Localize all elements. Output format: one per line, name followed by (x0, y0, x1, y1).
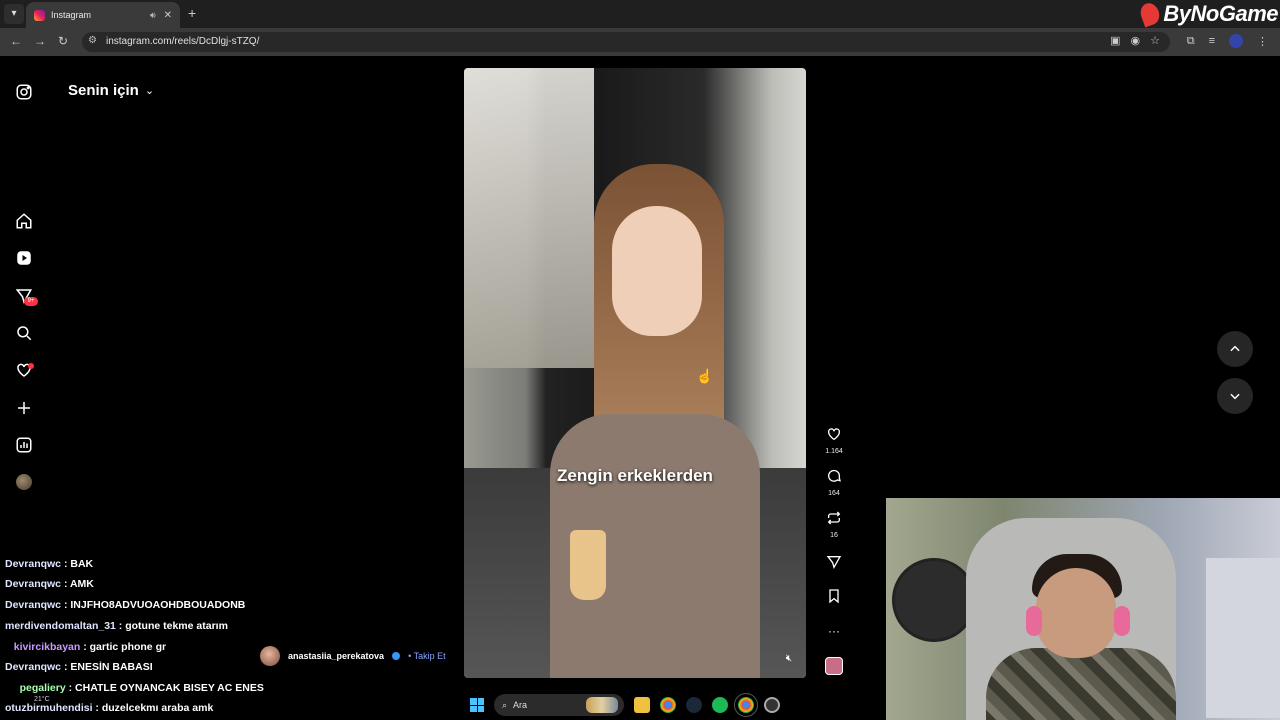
speaker-icon[interactable]: 🔊︎ (150, 10, 156, 21)
reload-icon[interactable]: ↻ (58, 34, 68, 48)
author-avatar[interactable] (260, 646, 280, 666)
audio-thumbnail[interactable] (825, 657, 843, 675)
webcam-overlay (886, 498, 1280, 720)
new-tab-button[interactable]: + (188, 5, 196, 21)
feed-selector[interactable]: Senin için ⌄ (68, 82, 154, 99)
tab-search-button[interactable]: ▾ (4, 4, 24, 24)
windows-taskbar: ⌕ Ara (464, 690, 814, 720)
forward-icon[interactable]: → (34, 34, 46, 48)
reel-video[interactable]: Zengin erkeklerden ☝ 🔇︎ (464, 68, 806, 678)
media-icon[interactable]: ≡ (1209, 35, 1215, 47)
logo-mark-icon (1138, 0, 1163, 28)
search-highlight-image (586, 697, 618, 713)
chat-message: Devranqwc : ENESİN BABASI (5, 661, 153, 673)
weather-temperature: 21°C (34, 696, 50, 703)
comment-button[interactable]: 164 (818, 468, 850, 497)
repost-button[interactable]: 16 (818, 510, 850, 539)
file-explorer-icon[interactable] (634, 697, 650, 713)
next-reel-button[interactable] (1217, 378, 1253, 414)
close-tab-icon[interactable]: ✕ (164, 10, 172, 21)
dashboard-icon[interactable] (14, 435, 34, 455)
video-caption: Zengin erkeklerden (557, 466, 713, 485)
reels-icon[interactable] (14, 248, 34, 268)
video-person (550, 164, 760, 678)
previous-reel-button[interactable] (1217, 331, 1253, 367)
omnibox[interactable]: ⚙ instagram.com/reels/DcDlgj-sTZQ/ (82, 32, 1170, 52)
like-count: 1.164 (825, 448, 843, 455)
extensions-icon[interactable]: ⧉ (1187, 35, 1195, 48)
profile-avatar[interactable] (1229, 34, 1243, 48)
install-icon[interactable]: ▣ (1110, 34, 1120, 47)
tab-title: Instagram (51, 10, 92, 20)
save-button[interactable] (818, 588, 850, 609)
spotify-icon[interactable] (712, 697, 728, 713)
more-options-icon[interactable]: ··· (818, 624, 850, 638)
search-icon: ⌕ (502, 699, 508, 710)
taskbar-search[interactable]: ⌕ Ara (494, 694, 624, 716)
chat-message: Devranqwc : INJFHO8ADVUOAOHDBOUADONB (5, 599, 246, 611)
bookmark-icon (829, 589, 839, 604)
address-bar-row: ← → ↻ ⚙ instagram.com/reels/DcDlgj-sTZQ/ (0, 28, 1280, 56)
logo-text: ByNoGame (1163, 1, 1278, 26)
hand-cursor-icon: ☝ (696, 368, 714, 384)
chat-message: Devranqwc : AMK (5, 578, 94, 590)
site-info-icon[interactable]: ⚙ (88, 35, 97, 46)
chrome-active-icon[interactable] (734, 693, 758, 717)
follow-button[interactable]: • Takip Et (408, 651, 446, 661)
bookmark-star-icon[interactable]: ☆ (1150, 34, 1160, 47)
verified-badge-icon (392, 652, 401, 660)
windows-start-icon[interactable] (470, 698, 484, 712)
search-placeholder: Ara (513, 700, 528, 710)
repost-icon (827, 511, 841, 525)
notification-dot (28, 363, 34, 369)
chat-message: pegaliery : CHATLE OYNANCAK BISEY AC ENE… (19, 682, 264, 694)
chrome-icon[interactable] (660, 697, 676, 713)
comment-count: 164 (828, 490, 840, 497)
streamer-face (1036, 568, 1116, 658)
chat-message: Devranqwc : BAK (5, 558, 94, 570)
chat-message: otuzbirmuhendisi : duzelcekmı araba amk (5, 702, 214, 714)
feed-title: Senin için (68, 82, 139, 99)
reel-author[interactable]: anastasiia_perekatova • Takip Et (260, 646, 446, 666)
create-plus-icon[interactable] (14, 398, 34, 418)
back-icon[interactable]: ← (10, 34, 22, 48)
share-button[interactable] (818, 554, 850, 575)
omnibox-actions: ▣ ◉ ☆ (1110, 34, 1160, 47)
chevron-down-icon (1230, 393, 1240, 400)
messages-badge: 9+ (24, 297, 38, 306)
instagram-logo-icon[interactable] (14, 82, 34, 102)
browser-tab[interactable]: Instagram 🔊︎ ✕ (26, 2, 180, 28)
home-icon[interactable] (14, 211, 34, 231)
chevron-up-icon (1230, 345, 1240, 352)
chat-message: merdivendomaltan_31 : gotune tekme atarı… (5, 620, 228, 632)
streamer-logo: ByNoGame (1138, 0, 1280, 28)
search-icon[interactable] (14, 323, 34, 343)
chat-message: kivircikbayan : gartic phone gr (13, 641, 167, 653)
browser-right-icons: ⧉ ≡ ⋮ (1187, 34, 1268, 48)
instagram-favicon-icon (34, 9, 45, 21)
comment-icon (828, 469, 841, 482)
menu-icon[interactable]: ⋮ (1257, 35, 1268, 48)
app-icon[interactable] (764, 697, 780, 713)
steam-icon[interactable] (686, 697, 702, 713)
repost-count: 16 (830, 532, 838, 539)
url-text[interactable]: instagram.com/reels/DcDlgj-sTZQ/ (106, 36, 259, 47)
chevron-down-icon: ⌄ (144, 85, 155, 97)
like-button[interactable]: 1.164 (818, 426, 850, 455)
send-icon (826, 556, 842, 570)
author-name[interactable]: anastasiia_perekatova (288, 651, 384, 661)
browser-tab-bar: ▾ Instagram 🔊︎ ✕ + ByNoGame (0, 0, 1280, 28)
instagram-sidebar: 9+ (0, 58, 48, 558)
heart-icon (828, 428, 840, 441)
profile-avatar-icon[interactable] (14, 472, 34, 492)
mute-toggle-icon[interactable]: 🔇︎ (786, 653, 792, 664)
fan-image (892, 558, 976, 642)
eye-off-icon[interactable]: ◉ (1131, 34, 1141, 47)
